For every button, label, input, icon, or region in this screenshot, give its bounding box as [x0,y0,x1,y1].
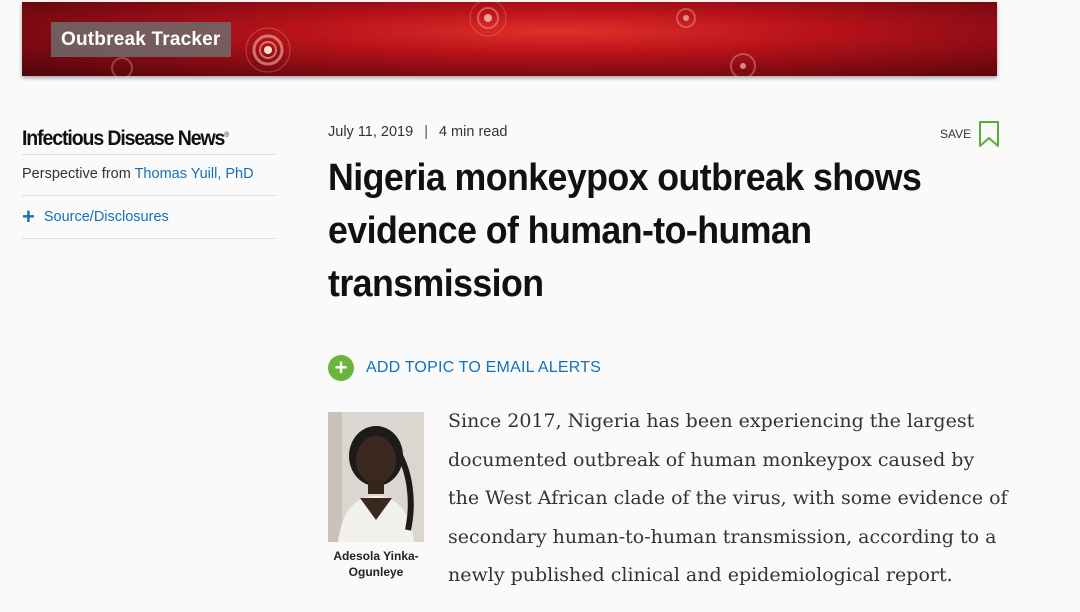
page: Outbreak Tracker Infectious Disease News… [0,0,1080,612]
article-meta: July 11, 2019 | 4 min read [328,124,507,140]
add-circle-icon: + [328,355,354,381]
read-time: 4 min read [438,124,508,140]
photo-caption: Adesola Yinka-Ogunleye [333,549,419,579]
add-topic-label: ADD TOPIC TO EMAIL ALERTS [366,359,602,376]
author-photo-figure: Adesola Yinka-Ogunleye [328,412,424,580]
author-photo [328,412,424,542]
sidebar: Infectious Disease News® Perspective fro… [22,118,276,239]
outbreak-tracker-banner[interactable]: Outbreak Tracker [22,2,997,76]
source-disclosures-toggle[interactable]: + Source/Disclosures [22,196,276,238]
meta-separator: | [424,124,428,140]
plus-icon: + [22,204,35,229]
article-lead-paragraph: Since 2017, Nigeria has been experiencin… [448,410,1008,587]
save-label: SAVE [940,127,972,141]
publication-name: Infectious Disease News [22,127,225,150]
add-topic-email-alerts-button[interactable]: + ADD TOPIC TO EMAIL ALERTS [328,355,601,381]
source-disclosures-label: Source/Disclosures [43,209,169,225]
save-button[interactable]: SAVE [940,120,1000,148]
trademark-symbol: ® [224,132,230,139]
publication-logo[interactable]: Infectious Disease News® [22,118,258,154]
bookmark-icon [979,121,1000,147]
perspective-block: Perspective from Thomas Yuill, PhD [22,155,276,195]
perspective-author-link[interactable]: Thomas Yuill, PhD [135,166,254,182]
article-headline: Nigeria monkeypox outbreak shows evidenc… [328,157,922,305]
perspective-prefix: Perspective from [22,166,131,182]
banner-label[interactable]: Outbreak Tracker [51,22,231,57]
publish-date: July 11, 2019 [328,124,414,140]
sidebar-divider [22,238,276,239]
